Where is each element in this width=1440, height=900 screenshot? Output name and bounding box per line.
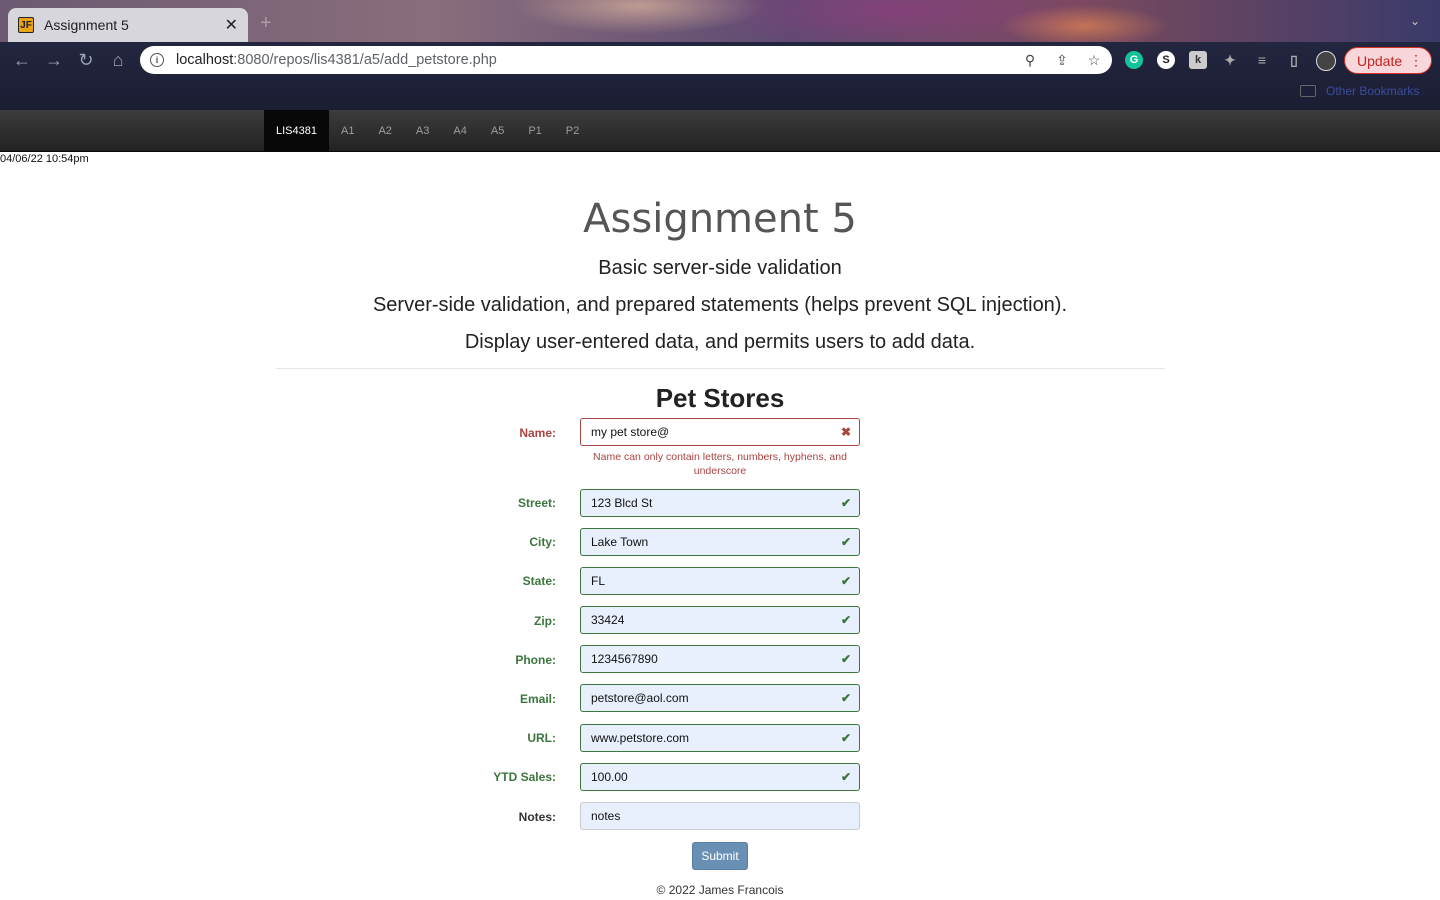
side-panel-icon[interactable]: ▯	[1285, 51, 1303, 69]
check-icon: ✔	[840, 652, 851, 666]
subtitle-line-3: Display user-entered data, and permits u…	[464, 331, 976, 353]
phone-field-value: 1234567890	[591, 652, 658, 666]
state-field-value: FL	[591, 574, 606, 588]
submit-button[interactable]: Submit	[692, 842, 748, 870]
state-label: State:	[522, 574, 556, 588]
state-field[interactable]: FL ✔	[580, 567, 860, 595]
avatar[interactable]	[1316, 51, 1336, 71]
email-field-value: petstore@aol.com	[591, 691, 689, 705]
street-field-value: 123 Blcd St	[591, 496, 653, 510]
ytd-sales-label: YTD Sales:	[493, 770, 556, 784]
name-field[interactable]: my pet store@ ✖	[580, 418, 860, 446]
bookmark-star-icon[interactable]: ☆	[1086, 52, 1102, 68]
tab-title: Assignment 5	[44, 17, 129, 33]
url-text[interactable]: localhost:8080/repos/lis4381/a5/add_pets…	[176, 52, 1006, 68]
footer-copyright: © 2022 James Francois	[656, 883, 784, 897]
zip-field[interactable]: 33424 ✔	[580, 606, 860, 634]
check-icon: ✔	[840, 496, 851, 510]
close-tab-icon[interactable]: ✕	[225, 15, 238, 35]
email-field[interactable]: petstore@aol.com ✔	[580, 684, 860, 712]
phone-label: Phone:	[515, 653, 556, 667]
check-icon: ✔	[840, 574, 851, 588]
error-x-icon: ✖	[840, 425, 851, 439]
nav-item-p1[interactable]: P1	[516, 110, 553, 152]
check-icon: ✔	[840, 691, 851, 705]
site-info-icon[interactable]: i	[150, 53, 164, 67]
site-navbar: LIS4381 A1 A2 A3 A4 A5 P1 P2	[0, 110, 1440, 152]
nav-item-lis4381[interactable]: LIS4381	[264, 110, 329, 152]
divider	[276, 368, 1165, 369]
city-field[interactable]: Lake Town ✔	[580, 528, 860, 556]
city-label: City:	[529, 535, 556, 549]
notes-field[interactable]: notes	[580, 802, 860, 830]
page-title: Assignment 5	[583, 196, 857, 242]
reload-icon[interactable]: ↻	[76, 50, 96, 70]
nav-item-p2[interactable]: P2	[554, 110, 591, 152]
datetime-stamp: 04/06/22 10:54pm	[0, 153, 89, 165]
grammarly-icon[interactable]: G	[1125, 51, 1143, 69]
phone-field[interactable]: 1234567890 ✔	[580, 645, 860, 673]
tab-search-icon[interactable]: ⌄	[1410, 14, 1420, 28]
more-menu-icon[interactable]: ⋮	[1409, 52, 1423, 69]
nav-item-a3[interactable]: A3	[404, 110, 441, 152]
reading-list-icon[interactable]: ≡	[1253, 51, 1271, 69]
nav-item-a5[interactable]: A5	[479, 110, 516, 152]
back-icon[interactable]: ←	[12, 50, 32, 70]
check-icon: ✔	[840, 770, 851, 784]
zip-label: Zip:	[534, 614, 556, 628]
subtitle-line-1: Basic server-side validation	[598, 257, 842, 279]
forward-icon[interactable]: →	[44, 50, 64, 70]
street-label: Street:	[517, 496, 556, 510]
zip-field-value: 33424	[591, 613, 625, 627]
notes-label: Notes:	[518, 810, 556, 824]
check-icon: ✔	[840, 731, 851, 745]
check-icon: ✔	[840, 613, 851, 627]
nav-item-a4[interactable]: A4	[441, 110, 478, 152]
favicon-icon: JF	[18, 17, 34, 33]
browser-tab[interactable]: JF Assignment 5 ✕	[8, 8, 248, 42]
check-icon: ✔	[840, 535, 851, 549]
ytd-sales-field-value: 100.00	[591, 770, 628, 784]
url-field-value: www.petstore.com	[591, 731, 690, 745]
address-bar[interactable]: i localhost:8080/repos/lis4381/a5/add_pe…	[140, 46, 1112, 74]
extension-s-icon[interactable]: S	[1157, 51, 1175, 69]
url-field[interactable]: www.petstore.com ✔	[580, 724, 860, 752]
folder-icon	[1300, 85, 1316, 97]
subtitle-line-2: Server-side validation, and prepared sta…	[372, 294, 1068, 316]
url-label: URL:	[527, 731, 556, 745]
puzzle-icon[interactable]: ✦	[1221, 51, 1239, 69]
form-title: Pet Stores	[655, 383, 785, 413]
extension-square-icon[interactable]: k	[1189, 51, 1207, 69]
other-bookmarks[interactable]: Other Bookmarks	[1300, 84, 1419, 98]
name-field-value: my pet store@	[591, 425, 670, 439]
street-field[interactable]: 123 Blcd St ✔	[580, 489, 860, 517]
email-label: Email:	[519, 692, 556, 706]
nav-item-a2[interactable]: A2	[366, 110, 403, 152]
share-icon[interactable]: ⇪	[1054, 52, 1070, 68]
name-error-message: Name can only contain letters, numbers, …	[593, 451, 847, 477]
city-field-value: Lake Town	[591, 535, 649, 549]
update-button[interactable]: Update ⋮	[1344, 47, 1432, 74]
ytd-sales-field[interactable]: 100.00 ✔	[580, 763, 860, 791]
home-icon[interactable]: ⌂	[108, 50, 128, 70]
name-label: Name:	[519, 426, 556, 440]
zoom-icon[interactable]: ⚲	[1022, 52, 1038, 68]
notes-field-value: notes	[591, 809, 621, 823]
nav-item-a1[interactable]: A1	[329, 110, 366, 152]
new-tab-icon[interactable]: +	[260, 12, 272, 35]
